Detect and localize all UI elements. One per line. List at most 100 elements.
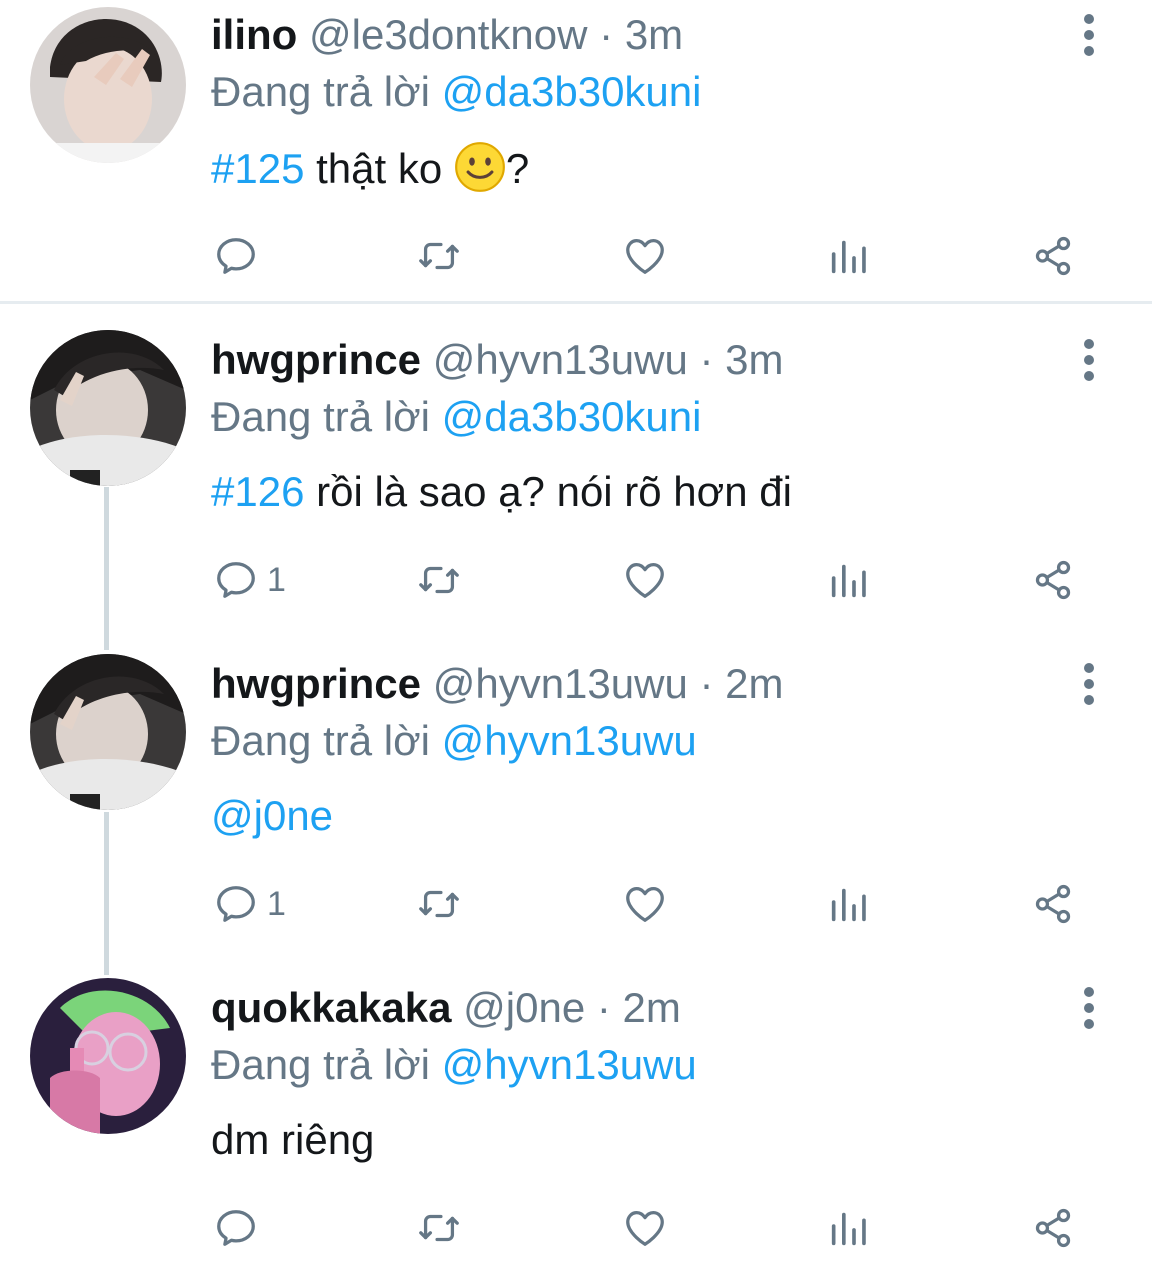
- analytics-icon: [826, 881, 872, 927]
- more-options-icon[interactable]: [1074, 663, 1104, 707]
- analytics-button[interactable]: [826, 874, 872, 934]
- avatar[interactable]: [30, 330, 186, 486]
- tweet[interactable]: hwgprince @hyvn13uwu · 3m Đang trả lời @…: [0, 325, 1152, 625]
- reply-icon: [213, 233, 259, 279]
- like-icon: [622, 233, 668, 279]
- retweet-button[interactable]: [416, 550, 462, 610]
- retweet-icon: [416, 233, 462, 279]
- tweet-body-text: rồi là sao ạ? nói rõ hơn đi: [304, 468, 792, 515]
- tweet-actions: 1: [0, 550, 1152, 610]
- avatar[interactable]: [30, 978, 186, 1134]
- share-icon: [1030, 881, 1076, 927]
- mention-link[interactable]: @j0ne: [211, 792, 333, 839]
- analytics-button[interactable]: [826, 550, 872, 610]
- reply-count: 1: [267, 560, 286, 599]
- more-options-icon[interactable]: [1074, 14, 1104, 58]
- like-icon: [622, 881, 668, 927]
- tweet-actions: 1: [0, 874, 1152, 934]
- share-button[interactable]: [1030, 874, 1076, 934]
- tweet-header: hwgprince @hyvn13uwu · 2m: [211, 659, 784, 709]
- analytics-icon: [826, 557, 872, 603]
- replying-label: Đang trả lời: [211, 393, 430, 440]
- reply-to-mention[interactable]: @hyvn13uwu: [442, 1041, 697, 1088]
- like-button[interactable]: [622, 1198, 668, 1258]
- handle[interactable]: @hyvn13uwu: [433, 336, 688, 383]
- display-name[interactable]: hwgprince: [211, 660, 421, 707]
- reply-to-mention[interactable]: @da3b30kuni: [442, 68, 702, 115]
- tweet-header: hwgprince @hyvn13uwu · 3m: [211, 335, 784, 385]
- display-name[interactable]: ilino: [211, 11, 297, 58]
- share-icon: [1030, 233, 1076, 279]
- display-name[interactable]: quokkakaka: [211, 984, 451, 1031]
- tweet[interactable]: ilino @le3dontknow · 3m Đang trả lời @da…: [0, 0, 1152, 300]
- tweet-header: quokkakaka @j0ne · 2m: [211, 983, 681, 1033]
- more-options-icon[interactable]: [1074, 987, 1104, 1031]
- avatar[interactable]: [30, 654, 186, 810]
- share-button[interactable]: [1030, 1198, 1076, 1258]
- reply-icon: [213, 881, 259, 927]
- timestamp[interactable]: 2m: [623, 984, 681, 1031]
- share-icon: [1030, 1205, 1076, 1251]
- avatar-photo-icon: [30, 7, 186, 163]
- retweet-button[interactable]: [416, 874, 462, 934]
- reply-button[interactable]: 1: [213, 550, 286, 610]
- replying-to: Đang trả lời @hyvn13uwu: [211, 1040, 697, 1090]
- tweet[interactable]: hwgprince @hyvn13uwu · 2m Đang trả lời @…: [0, 649, 1152, 949]
- reply-button[interactable]: 1: [213, 874, 286, 934]
- like-icon: [622, 557, 668, 603]
- slightly-smiling-face-icon: [454, 142, 505, 192]
- replying-to: Đang trả lời @da3b30kuni: [211, 392, 701, 442]
- tweet-actions: [0, 1198, 1152, 1258]
- retweet-button[interactable]: [416, 226, 462, 286]
- more-options-icon[interactable]: [1074, 339, 1104, 383]
- handle[interactable]: @le3dontknow: [309, 11, 587, 58]
- reply-to-mention[interactable]: @da3b30kuni: [442, 393, 702, 440]
- avatar-photo-icon: [30, 978, 186, 1134]
- analytics-icon: [826, 1205, 872, 1251]
- display-name[interactable]: hwgprince: [211, 336, 421, 383]
- avatar-photo-icon: [30, 654, 186, 810]
- replying-label: Đang trả lời: [211, 68, 430, 115]
- share-button[interactable]: [1030, 550, 1076, 610]
- divider: [0, 301, 1152, 304]
- replying-to: Đang trả lời @da3b30kuni: [211, 67, 701, 117]
- tweet-body-text: thật ko: [304, 145, 454, 192]
- separator: ·: [599, 11, 614, 58]
- analytics-button[interactable]: [826, 226, 872, 286]
- timestamp[interactable]: 2m: [725, 660, 783, 707]
- retweet-icon: [416, 557, 462, 603]
- tweet-text: #126 rồi là sao ạ? nói rõ hơn đi: [211, 466, 792, 518]
- replying-label: Đang trả lời: [211, 717, 430, 764]
- like-button[interactable]: [622, 874, 668, 934]
- separator: ·: [699, 336, 714, 383]
- retweet-button[interactable]: [416, 1198, 462, 1258]
- avatar-photo-icon: [30, 330, 186, 486]
- handle[interactable]: @j0ne: [463, 984, 585, 1031]
- like-button[interactable]: [622, 550, 668, 610]
- hashtag[interactable]: #125: [211, 145, 304, 192]
- reply-icon: [213, 557, 259, 603]
- share-button[interactable]: [1030, 226, 1076, 286]
- reply-to-mention[interactable]: @hyvn13uwu: [442, 717, 697, 764]
- tweet-text: #125 thật ko ?: [211, 141, 529, 195]
- avatar[interactable]: [30, 7, 186, 163]
- retweet-icon: [416, 881, 462, 927]
- timestamp[interactable]: 3m: [625, 11, 683, 58]
- handle[interactable]: @hyvn13uwu: [433, 660, 688, 707]
- reply-count: 1: [267, 884, 286, 923]
- tweet-text: @j0ne: [211, 790, 333, 842]
- analytics-icon: [826, 233, 872, 279]
- timestamp[interactable]: 3m: [725, 336, 783, 383]
- separator: ·: [699, 660, 714, 707]
- tweet[interactable]: quokkakaka @j0ne · 2m Đang trả lời @hyvn…: [0, 973, 1152, 1264]
- reply-button[interactable]: [213, 1198, 267, 1258]
- hashtag[interactable]: #126: [211, 468, 304, 515]
- reply-button[interactable]: [213, 226, 267, 286]
- separator: ·: [596, 984, 611, 1031]
- tweet-body-suffix: ?: [505, 145, 530, 192]
- analytics-button[interactable]: [826, 1198, 872, 1258]
- tweet-header: ilino @le3dontknow · 3m: [211, 10, 683, 60]
- tweet-actions: [0, 226, 1152, 286]
- replying-label: Đang trả lời: [211, 1041, 430, 1088]
- like-button[interactable]: [622, 226, 668, 286]
